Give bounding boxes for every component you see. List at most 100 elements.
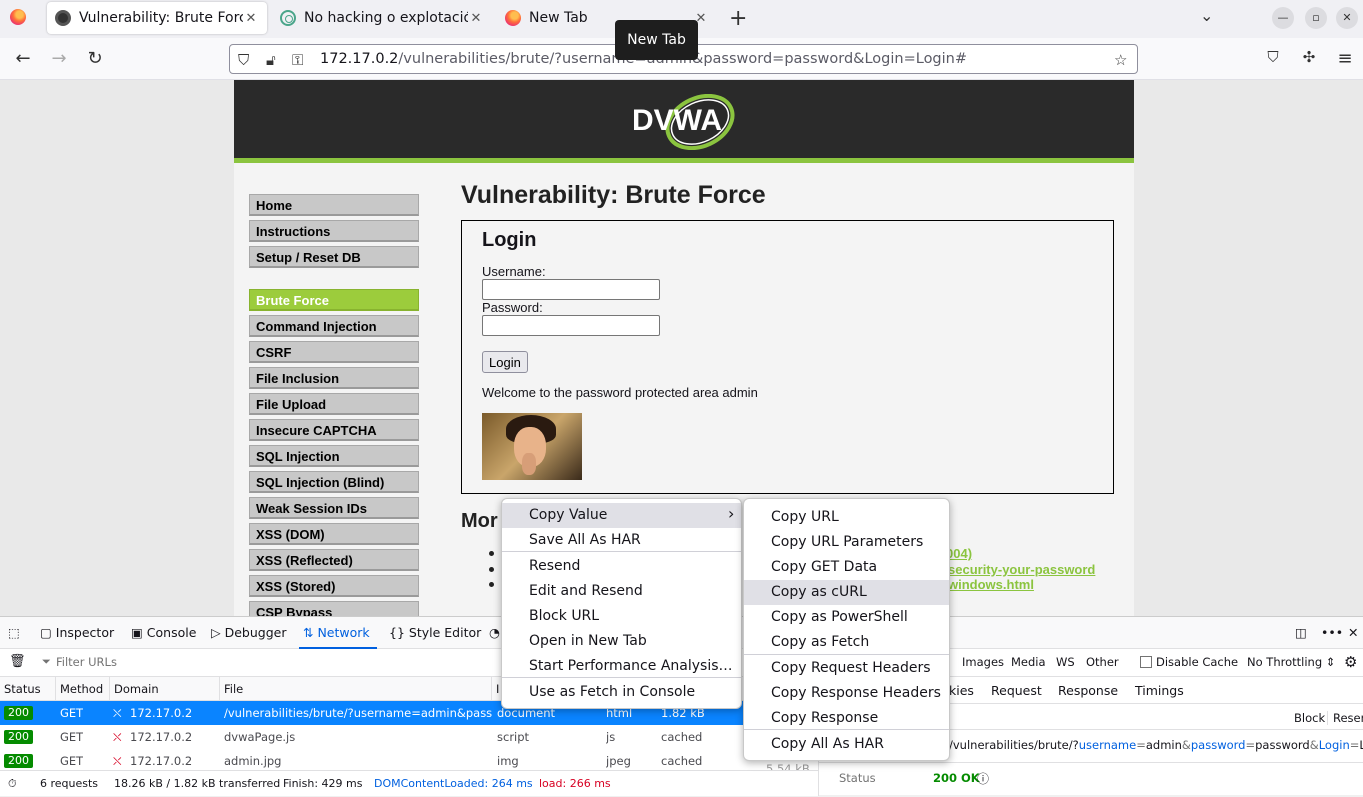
- disable-cache-checkbox[interactable]: [1140, 656, 1152, 668]
- username-input[interactable]: [482, 279, 660, 300]
- menu-item-home[interactable]: Home: [249, 194, 419, 216]
- menu-item-start-performance-analysis-[interactable]: Start Performance Analysis…: [502, 654, 741, 679]
- login-button[interactable]: Login: [482, 351, 528, 373]
- menu-item-sql-injection-blind-[interactable]: SQL Injection (Blind): [249, 471, 419, 493]
- chevron-down-icon[interactable]: ⌄: [1200, 6, 1213, 25]
- help-icon[interactable]: ⓘ: [977, 770, 989, 787]
- menu-item-copy-request-headers[interactable]: Copy Request Headers: [744, 656, 949, 681]
- reload-button[interactable]: ↻: [84, 48, 106, 69]
- menu-item-copy-all-as-har[interactable]: Copy All As HAR: [744, 732, 949, 757]
- menu-item-copy-url-parameters[interactable]: Copy URL Parameters: [744, 530, 949, 555]
- performance-icon[interactable]: ◔: [489, 625, 500, 640]
- tab-console[interactable]: ▣ Console: [131, 625, 196, 640]
- maximize-button[interactable]: ▫: [1305, 7, 1327, 29]
- tab-debugger[interactable]: ▷ Debugger: [211, 625, 286, 640]
- shield-icon[interactable]: ⛉: [238, 51, 249, 69]
- firefox-view-icon[interactable]: [10, 9, 26, 25]
- list-bullet: [489, 551, 494, 556]
- gear-icon[interactable]: ⚙: [1344, 653, 1357, 671]
- minimize-button[interactable]: —: [1272, 7, 1294, 29]
- menu-item-file-inclusion[interactable]: File Inclusion: [249, 367, 419, 389]
- menu-item-csp-bypass[interactable]: CSP Bypass: [249, 601, 419, 616]
- back-button[interactable]: ←: [12, 48, 34, 69]
- more-info-link[interactable]: security-your-password: [948, 562, 1095, 577]
- column-domain[interactable]: Domain: [109, 677, 159, 701]
- menu-item-weak-session-ids[interactable]: Weak Session IDs: [249, 497, 419, 519]
- block-button[interactable]: Block: [1294, 711, 1325, 725]
- menu-item-copy-as-fetch[interactable]: Copy as Fetch: [744, 630, 949, 655]
- more-info-link[interactable]: windows.html: [948, 577, 1034, 592]
- menu-item-csrf[interactable]: CSRF: [249, 341, 419, 363]
- url-separator: &: [1309, 738, 1319, 752]
- menu-item-file-upload[interactable]: File Upload: [249, 393, 419, 415]
- column-method[interactable]: Method: [55, 677, 103, 701]
- tab-timings[interactable]: Timings: [1135, 683, 1184, 698]
- column-initiator[interactable]: I: [491, 677, 499, 701]
- menu-icon[interactable]: ≡: [1334, 48, 1356, 69]
- menu-item-sql-injection[interactable]: SQL Injection: [249, 445, 419, 467]
- menu-item-edit-and-resend[interactable]: Edit and Resend: [502, 579, 741, 604]
- filter-ws[interactable]: WS: [1056, 655, 1075, 669]
- new-tab-button[interactable]: +: [729, 6, 747, 31]
- filter-other[interactable]: Other: [1086, 655, 1119, 669]
- filter-urls-input[interactable]: Filter URLs: [56, 655, 117, 669]
- table-row[interactable]: 200 ⛌ GET 172.17.0.2 dvwaPage.js script js cach…: [0, 725, 818, 749]
- menu-item-insecure-captcha[interactable]: Insecure CAPTCHA: [249, 419, 419, 441]
- close-icon[interactable]: ✕: [468, 11, 484, 26]
- tab-network[interactable]: ⇅ Network: [303, 625, 370, 640]
- menu-item-use-as-fetch-in-console[interactable]: Use as Fetch in Console: [502, 680, 741, 705]
- menu-item-block-url[interactable]: Block URL: [502, 604, 741, 629]
- menu-item-save-all-as-har[interactable]: Save All As HAR: [502, 528, 741, 553]
- menu-item-setup-reset-db[interactable]: Setup / Reset DB: [249, 246, 419, 268]
- forward-button[interactable]: →: [48, 48, 70, 69]
- menu-item-copy-as-powershell[interactable]: Copy as PowerShell: [744, 605, 949, 630]
- password-input[interactable]: [482, 315, 660, 336]
- tab-brute-force[interactable]: Vulnerability: Brute Force ✕: [47, 2, 267, 34]
- menu-item-brute-force[interactable]: Brute Force: [249, 289, 419, 311]
- menu-item-instructions[interactable]: Instructions: [249, 220, 419, 242]
- throttling-select[interactable]: No Throttling ⇕: [1247, 655, 1335, 669]
- url-param-name: username: [1078, 738, 1137, 752]
- bookmark-star-icon[interactable]: ☆: [1114, 51, 1127, 69]
- pick-element-icon[interactable]: ⬚: [8, 625, 20, 640]
- column-status[interactable]: Status: [0, 677, 41, 701]
- filter-media[interactable]: Media: [1011, 655, 1046, 669]
- extensions-icon[interactable]: ✣: [1298, 48, 1320, 66]
- menu-item-command-injection[interactable]: Command Injection: [249, 315, 419, 337]
- menu-item-copy-response[interactable]: Copy Response: [744, 706, 949, 731]
- pocket-icon[interactable]: ⛉: [1262, 48, 1284, 66]
- trash-icon[interactable]: 🗑︎: [9, 654, 26, 669]
- resend-button[interactable]: Resend: [1327, 711, 1363, 725]
- tab-inspector[interactable]: ▢ Inspector: [40, 625, 114, 640]
- tab-request[interactable]: Request: [991, 683, 1042, 698]
- tab-cookies[interactable]: kies: [949, 683, 974, 698]
- filter-images[interactable]: Images: [962, 655, 1004, 669]
- close-icon[interactable]: ✕: [243, 11, 259, 26]
- menu-item-xss-stored-[interactable]: XSS (Stored): [249, 575, 419, 597]
- key-icon[interactable]: ⚿: [292, 51, 303, 69]
- url-equals: =: [1245, 738, 1256, 752]
- menu-item-copy-get-data[interactable]: Copy GET Data: [744, 555, 949, 580]
- menu-item-copy-as-curl[interactable]: Copy as cURL: [744, 580, 949, 605]
- dock-icon[interactable]: ◫: [1295, 625, 1307, 640]
- menu-item-open-in-new-tab[interactable]: Open in New Tab: [502, 629, 741, 654]
- tab-style-editor[interactable]: {} Style Editor: [389, 625, 481, 640]
- menu-item-copy-url[interactable]: Copy URL: [744, 505, 949, 530]
- cell-method: GET: [60, 730, 84, 744]
- close-devtools-icon[interactable]: ✕: [1348, 625, 1358, 640]
- menu-item-copy-response-headers[interactable]: Copy Response Headers: [744, 681, 949, 706]
- lock-insecure-icon[interactable]: 🔓︎: [266, 51, 276, 69]
- url-equals: =: [1349, 738, 1360, 752]
- close-window-button[interactable]: ✕: [1336, 7, 1358, 29]
- tab-no-hacking[interactable]: No hacking o explotación ✕: [272, 2, 492, 34]
- tab-response[interactable]: Response: [1058, 683, 1118, 698]
- menu-item-xss-reflected-[interactable]: XSS (Reflected): [249, 549, 419, 571]
- more-options-icon[interactable]: •••: [1321, 625, 1343, 640]
- tab-label: Inspector: [55, 625, 115, 640]
- menu-item-copy-value[interactable]: Copy Value: [502, 503, 741, 528]
- menu-item-resend[interactable]: Resend: [502, 554, 741, 579]
- cell-file: dvwaPage.js: [224, 730, 296, 744]
- column-file[interactable]: File: [219, 677, 243, 701]
- menu-item-xss-dom-[interactable]: XSS (DOM): [249, 523, 419, 545]
- dvwa-header: DVWA: [234, 80, 1134, 163]
